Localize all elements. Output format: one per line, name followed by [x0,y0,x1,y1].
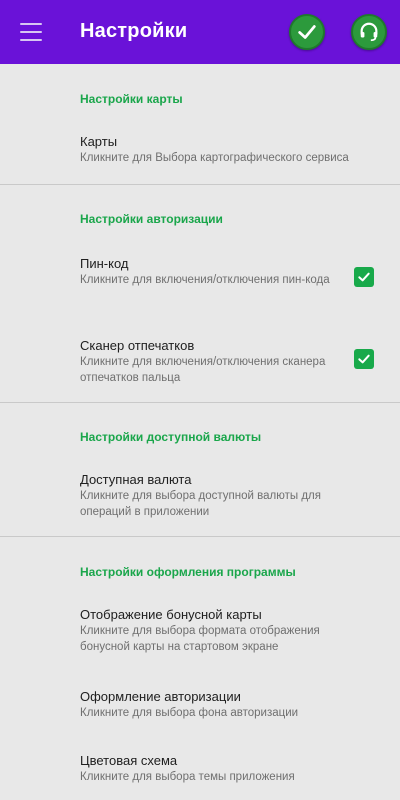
setting-item-bonus-card[interactable]: Отображение бонусной карты Кликните для … [0,598,400,660]
setting-subtitle: Кликните для включения/отключения сканер… [80,356,326,384]
app-bar: Настройки [0,0,400,64]
page-title: Настройки [80,20,188,42]
pin-checkbox[interactable] [354,267,374,287]
setting-item-auth-style[interactable]: Оформление авторизации Кликните для выбо… [0,680,400,728]
settings-list: Настройки карты Карты Кликните для Выбор… [0,64,400,800]
setting-title: Оформление авторизации [80,689,241,704]
divider [0,184,400,185]
headset-support-icon [360,22,378,42]
hamburger-menu-icon[interactable] [20,23,42,41]
setting-item-fingerprint[interactable]: Сканер отпечатков Кликните для включения… [0,328,400,390]
divider [0,536,400,537]
setting-item-color-scheme[interactable]: Цветовая схема Кликните для выбора темы … [0,744,400,794]
setting-title: Сканер отпечатков [80,338,195,353]
support-button[interactable] [351,14,387,50]
checkmark-icon [298,25,316,39]
setting-subtitle: Кликните для выбора формата отображения … [80,625,320,653]
setting-item-maps[interactable]: Карты Кликните для Выбора картографическ… [0,126,400,182]
section-header-currency: Настройки доступной валюты [80,430,262,444]
fingerprint-checkbox[interactable] [354,349,374,369]
setting-item-currency[interactable]: Доступная валюта Кликните для выбора дос… [0,464,400,526]
setting-title: Цветовая схема [80,753,178,768]
confirm-button[interactable] [289,14,325,50]
setting-subtitle: Кликните для выбора темы приложения [80,771,295,783]
setting-subtitle: Кликните для Выбора картографического се… [80,152,349,164]
setting-item-pin[interactable]: Пин-код Кликните для включения/отключени… [0,246,400,308]
section-header-appearance: Настройки оформления программы [80,565,296,579]
setting-subtitle: Кликните для выбора доступной валюты для… [80,490,321,518]
setting-title: Карты [80,134,118,149]
setting-subtitle: Кликните для выбора фона авторизации [80,707,299,719]
check-icon [358,272,370,282]
setting-subtitle: Кликните для включения/отключения пин-ко… [80,274,330,286]
setting-title: Пин-код [80,256,129,271]
section-header-map: Настройки карты [80,92,183,106]
setting-title: Доступная валюта [80,472,192,487]
section-header-auth: Настройки авторизации [80,212,223,226]
setting-title: Отображение бонусной карты [80,607,262,622]
check-icon [358,354,370,364]
divider [0,402,400,403]
